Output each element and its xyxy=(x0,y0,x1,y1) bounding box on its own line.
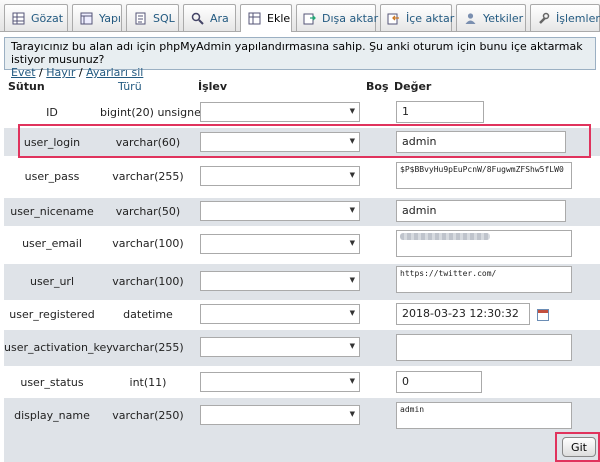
sql-icon xyxy=(133,11,147,25)
table-header: Sütun Türü İşlev Boş Değer xyxy=(0,80,600,94)
table-row: user_registered datetime 2018-03-23 12:3… xyxy=(4,302,600,328)
value-textarea[interactable] xyxy=(396,334,572,361)
table-row: user_nicename varchar(50) admin xyxy=(4,198,600,226)
column-type: varchar(255) xyxy=(112,341,184,354)
wrench-icon xyxy=(537,11,550,25)
notice-no-link[interactable]: Hayır xyxy=(46,66,75,79)
column-name: user_url xyxy=(29,275,75,288)
tab-insert[interactable]: Ekle xyxy=(240,4,292,32)
tab-export[interactable]: Dışa aktar xyxy=(296,4,379,31)
column-type: varchar(50) xyxy=(115,205,181,218)
insert-icon xyxy=(247,12,261,26)
column-type: datetime xyxy=(123,308,173,321)
export-icon xyxy=(303,11,316,25)
header-type: Türü xyxy=(118,80,142,93)
notice-yes-link[interactable]: Evet xyxy=(11,66,36,79)
notice-delete-settings-link[interactable]: Ayarları sil xyxy=(86,66,143,79)
function-select[interactable] xyxy=(200,337,360,357)
table-row: user_url varchar(100) https://twitter.co… xyxy=(4,264,600,300)
redacted-email xyxy=(400,233,490,240)
tab-import-label: İçe aktar xyxy=(406,11,455,25)
column-name: ID xyxy=(46,106,58,119)
tab-sql-label: SQL xyxy=(153,11,175,25)
column-name: user_email xyxy=(22,237,82,250)
calendar-icon[interactable] xyxy=(537,309,549,321)
column-type: varchar(255) xyxy=(112,170,184,183)
tab-search[interactable]: Ara xyxy=(183,4,236,31)
function-select[interactable] xyxy=(200,201,360,221)
function-select[interactable] xyxy=(200,405,360,425)
config-import-notice: Tarayıcınız bu alan adı için phpMyAdmin … xyxy=(4,37,596,79)
go-button[interactable]: Git xyxy=(562,437,596,457)
table-row: user_activation_key varchar(255) xyxy=(4,330,600,366)
header-column: Sütun xyxy=(8,80,45,93)
table-row: user_status int(11) 0 xyxy=(4,368,600,396)
table-row: user_email varchar(100) xyxy=(4,228,600,262)
table-row: ID bigint(20) unsigned 1 xyxy=(4,98,600,126)
function-select[interactable] xyxy=(200,166,360,186)
column-name: user_activation_key xyxy=(4,341,113,354)
tab-operations-label: İşlemler xyxy=(556,11,600,25)
import-icon xyxy=(387,11,400,25)
column-type: varchar(100) xyxy=(112,237,184,250)
value-input[interactable]: 1 xyxy=(396,101,484,123)
structure-icon xyxy=(79,11,93,25)
browse-icon xyxy=(11,11,25,25)
privileges-icon xyxy=(463,11,477,25)
function-select[interactable] xyxy=(200,102,360,122)
form-footer xyxy=(4,432,600,462)
column-type: int(11) xyxy=(129,376,167,389)
tab-privileges[interactable]: Yetkiler xyxy=(456,4,526,31)
tab-structure[interactable]: Yapı xyxy=(72,4,122,31)
column-type: bigint(20) unsigned xyxy=(100,106,208,119)
tab-import[interactable]: İçe aktar xyxy=(380,4,455,31)
tab-bar: Gözat Yapı SQL Ara Ekle Dışa aktar İçe a… xyxy=(0,0,600,32)
tab-export-label: Dışa aktar xyxy=(322,11,379,25)
header-value: Değer xyxy=(394,80,432,93)
function-select[interactable] xyxy=(200,372,360,392)
value-textarea[interactable]: admin xyxy=(396,402,572,429)
column-name: user_registered xyxy=(9,308,95,321)
tab-browse[interactable]: Gözat xyxy=(4,4,68,31)
function-select[interactable] xyxy=(200,234,360,254)
column-name: user_status xyxy=(20,376,84,389)
tab-operations[interactable]: İşlemler xyxy=(530,4,600,31)
column-name: display_name xyxy=(14,409,90,422)
column-name: user_nicename xyxy=(10,205,94,218)
search-icon xyxy=(190,11,204,25)
value-textarea[interactable] xyxy=(396,230,572,257)
function-select[interactable] xyxy=(200,304,360,324)
function-select[interactable] xyxy=(200,271,360,291)
value-textarea[interactable]: $P$BBvyHu9pEuPcnW/8FugwmZFShw5fLW0 xyxy=(396,162,572,189)
value-textarea[interactable]: https://twitter.com/ xyxy=(396,266,572,293)
table-row: display_name varchar(250) admin xyxy=(4,398,600,432)
header-null: Boş xyxy=(366,80,389,93)
value-input[interactable]: 0 xyxy=(396,371,482,393)
notice-text: Tarayıcınız bu alan adı için phpMyAdmin … xyxy=(11,40,583,66)
tab-structure-label: Yapı xyxy=(99,11,121,25)
tab-search-label: Ara xyxy=(210,11,229,25)
value-input[interactable]: admin xyxy=(396,200,566,222)
tab-sql[interactable]: SQL xyxy=(126,4,179,31)
tab-browse-label: Gözat xyxy=(31,11,64,25)
value-input[interactable]: 2018-03-23 12:30:32 xyxy=(396,303,530,325)
column-type: varchar(250) xyxy=(112,409,184,422)
tab-insert-label: Ekle xyxy=(267,12,291,25)
column-name: user_pass xyxy=(24,170,80,183)
user-login-highlight xyxy=(18,124,591,158)
tab-privileges-label: Yetkiler xyxy=(483,11,524,25)
column-type: varchar(100) xyxy=(112,275,184,288)
header-function: İşlev xyxy=(198,80,228,93)
table-row: user_pass varchar(255) $P$BBvyHu9pEuPcnW… xyxy=(4,158,600,196)
